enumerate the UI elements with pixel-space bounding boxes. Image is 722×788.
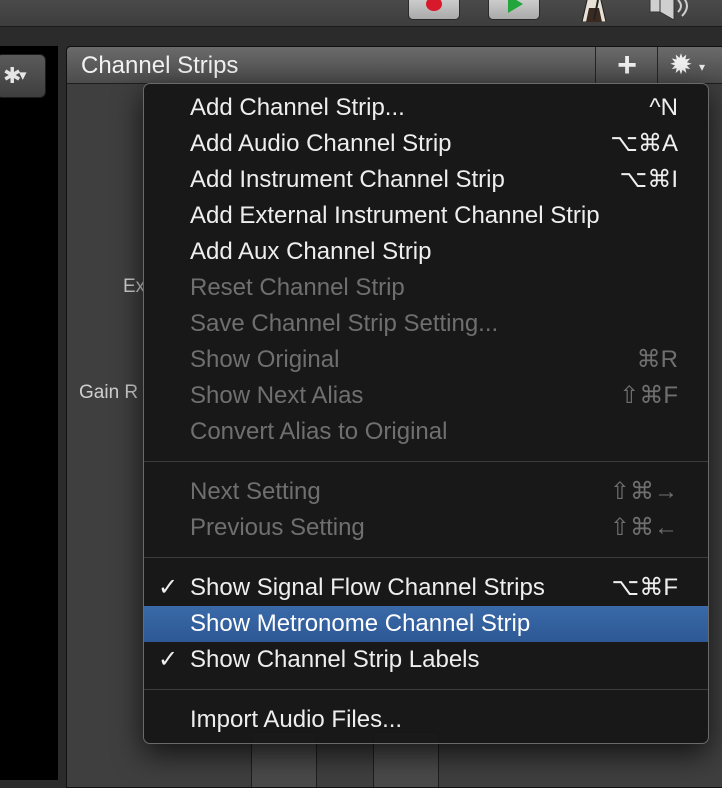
menu-item[interactable]: Add Audio Channel Strip ⌥⌘A [144, 126, 708, 162]
chevron-down-icon: ▾ [19, 67, 27, 84]
track-area [0, 46, 58, 780]
channel-strips-header: Channel Strips + ✹ ▾ [67, 47, 722, 84]
menu-item-label: Import Audio Files... [190, 706, 403, 733]
checkmark-icon: ✓ [158, 646, 179, 673]
metronome-icon[interactable] [572, 0, 616, 22]
speaker-icon[interactable] [646, 0, 696, 22]
menu-item-label: Reset Channel Strip [190, 274, 405, 301]
menu-item-label: Show Original [190, 346, 340, 373]
menu-separator [144, 689, 708, 690]
menu-item-label: Show Channel Strip Labels [190, 646, 480, 673]
header-divider [657, 47, 658, 83]
strip-label: Gain R [79, 382, 139, 403]
menu-item[interactable]: Show Metronome Channel Strip [144, 606, 708, 642]
panel-title: Channel Strips [81, 52, 239, 79]
add-channel-strip-button[interactable]: + [609, 47, 645, 83]
record-icon [426, 0, 442, 11]
menu-item-shortcut: ⇧⌘→ [609, 478, 678, 505]
menu-item-label: Convert Alias to Original [190, 418, 448, 445]
checkmark-icon: ✓ [158, 574, 179, 601]
play-icon [508, 0, 523, 13]
menu-item-label: Next Setting [190, 478, 321, 505]
header-divider [595, 47, 596, 83]
menu-item-label: Add External Instrument Channel Strip [190, 202, 600, 229]
menu-item-label: Add Aux Channel Strip [190, 238, 432, 265]
menu-item-label: Add Audio Channel Strip [190, 130, 452, 157]
menu-item-label: Save Channel Strip Setting... [190, 310, 499, 337]
channel-strips-gear-button[interactable]: ✹ [663, 49, 699, 81]
menu-item[interactable]: Add Channel Strip... ^N [144, 90, 708, 126]
menu-item-shortcut: ⇧⌘← [609, 514, 678, 541]
menu-item: Reset Channel Strip [144, 270, 708, 306]
menu-separator [144, 557, 708, 558]
plus-icon: + [617, 46, 637, 84]
left-gear-menu-button[interactable]: ✱ ▾ [0, 54, 46, 98]
menu-item: Show Original ⌘R [144, 342, 708, 378]
menu-item[interactable]: Add Aux Channel Strip [144, 234, 708, 270]
menu-item-shortcut: ⌥⌘I [619, 166, 678, 193]
menu-item-label: Show Metronome Channel Strip [190, 610, 531, 637]
record-button[interactable] [408, 0, 460, 20]
menu-item[interactable]: ✓ Show Channel Strip Labels [144, 642, 708, 678]
menu-item: Save Channel Strip Setting... [144, 306, 708, 342]
menu-item-shortcut: ⌘R [636, 346, 678, 373]
menu-item-shortcut: ⌥⌘A [610, 130, 678, 157]
control-bar [0, 0, 722, 27]
menu-item[interactable]: Add External Instrument Channel Strip [144, 198, 708, 234]
menu-item-shortcut: ⌥⌘F [611, 574, 678, 601]
chevron-down-icon: ▾ [699, 60, 706, 74]
menu-item-label: Show Next Alias [190, 382, 364, 409]
menu-item-label: Previous Setting [190, 514, 365, 541]
channel-strips-context-menu: Add Channel Strip... ^N Add Audio Channel … [143, 83, 709, 744]
play-button[interactable] [488, 0, 540, 20]
menu-item-shortcut: ⇧⌘F [619, 382, 678, 409]
menu-separator [144, 461, 708, 462]
menu-item-label: Add Instrument Channel Strip [190, 166, 505, 193]
gear-icon: ✹ [669, 49, 693, 80]
menu-item: Next Setting ⇧⌘→ [144, 474, 708, 510]
menu-item-shortcut: ^N [649, 94, 678, 121]
menu-item[interactable]: Add Instrument Channel Strip ⌥⌘I [144, 162, 708, 198]
menu-item: Show Next Alias ⇧⌘F [144, 378, 708, 414]
menu-item: Previous Setting ⇧⌘← [144, 510, 708, 546]
strip-label: Ex [123, 276, 146, 297]
menu-item[interactable]: ✓ Show Signal Flow Channel Strips ⌥⌘F [144, 570, 708, 606]
menu-item: Convert Alias to Original [144, 414, 708, 450]
menu-item[interactable]: Import Audio Files... [144, 702, 708, 738]
menu-item-label: Add Channel Strip... [190, 94, 405, 121]
menu-item-label: Show Signal Flow Channel Strips [190, 574, 545, 601]
